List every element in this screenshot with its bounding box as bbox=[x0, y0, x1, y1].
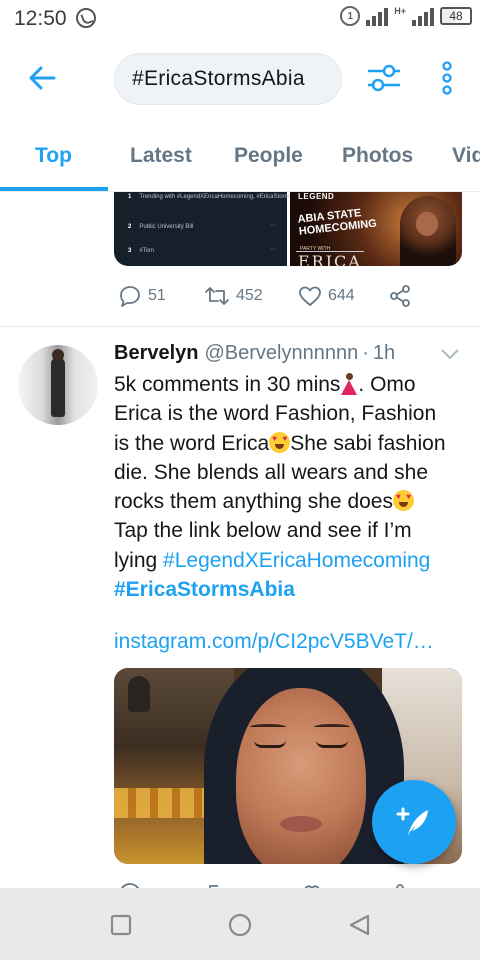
trends-screenshot: 1 Trending with #LegendXEricaHomecoming, … bbox=[114, 192, 360, 266]
retweet-button[interactable]: 452 bbox=[204, 284, 263, 308]
status-indicators: 1 H+ 48 bbox=[340, 6, 472, 26]
status-bar: 12:50 1 H+ 48 bbox=[0, 0, 480, 36]
status-time: 12:50 bbox=[14, 7, 67, 30]
home-button[interactable] bbox=[225, 910, 255, 940]
reply-count: 51 bbox=[148, 287, 166, 304]
homecoming-poster: LEGEND ABIA STATE HOMECOMING PARTY WITH … bbox=[290, 192, 462, 266]
instagram-link[interactable]: instagram.com/p/CI2pcV5BVeT/… bbox=[114, 630, 434, 654]
battery-icon: 48 bbox=[440, 7, 472, 25]
tweet-line: lying #LegendXEricaHomecoming bbox=[114, 548, 431, 572]
tweet-line: 5k comments in 30 mins. Omo bbox=[114, 373, 416, 396]
tweet-line: rocks them anything she does bbox=[114, 487, 464, 516]
avatar[interactable] bbox=[18, 345, 98, 425]
header-separator: · bbox=[362, 342, 369, 364]
circle-icon bbox=[228, 913, 252, 937]
retweet-count: 452 bbox=[236, 287, 263, 304]
author-name[interactable]: Bervelyn bbox=[114, 342, 199, 365]
tweet-menu-button[interactable] bbox=[440, 347, 460, 361]
tweet-line: die. She blends all wears and she bbox=[114, 460, 429, 484]
trend-more-icon: ··· bbox=[270, 222, 277, 229]
like-count: 644 bbox=[328, 287, 355, 304]
next-tweet-actions bbox=[118, 880, 438, 888]
poster-name: ERICA bbox=[296, 251, 364, 266]
tweet-line: #EricaStormsAbia bbox=[114, 575, 464, 604]
previous-tweet-media[interactable]: 1 Trending with #LegendXEricaHomecoming, … bbox=[114, 192, 462, 266]
next-tweet-action-icons bbox=[120, 883, 404, 888]
tweet-line: Erica is the word Fashion, Fashion bbox=[114, 402, 437, 426]
active-tab-indicator bbox=[0, 187, 108, 191]
sim-icon: 1 bbox=[340, 6, 361, 26]
share-button[interactable] bbox=[388, 284, 412, 308]
like-icon bbox=[299, 286, 321, 306]
share-icon bbox=[390, 285, 410, 307]
retweet-icon bbox=[205, 287, 229, 305]
compose-icon bbox=[396, 807, 428, 836]
tab-photos[interactable]: Photos bbox=[342, 144, 413, 168]
trend-more-icon: ··· bbox=[270, 246, 277, 253]
trend-row: 2 Public University Bill bbox=[128, 224, 194, 230]
whatsapp-icon bbox=[76, 8, 96, 28]
search-tabs: Top Latest People Photos Vid bbox=[0, 120, 480, 192]
tweet-header: Bervelyn @Bervelynnnnnn · 1h bbox=[114, 342, 460, 368]
poster-portrait bbox=[400, 196, 456, 266]
dancer-emoji-icon bbox=[340, 373, 358, 395]
author-handle[interactable]: @Bervelynnnnnn bbox=[205, 342, 359, 365]
tweet-timestamp: 1h bbox=[372, 342, 396, 364]
tab-latest[interactable]: Latest bbox=[130, 144, 192, 168]
hashtag-link[interactable]: #EricaStormsAbia bbox=[114, 578, 295, 601]
search-filter-button[interactable] bbox=[366, 60, 402, 96]
search-header: #EricaStormsAbia bbox=[0, 36, 480, 120]
network-type: H+ bbox=[394, 6, 406, 16]
signal-icon-2 bbox=[412, 6, 434, 26]
system-back-button[interactable] bbox=[344, 910, 374, 940]
compose-tweet-button[interactable] bbox=[372, 780, 456, 864]
search-input[interactable]: #EricaStormsAbia bbox=[114, 53, 342, 105]
back-button[interactable] bbox=[26, 62, 58, 94]
tweet-divider bbox=[0, 326, 480, 327]
poster-title: ABIA STATE HOMECOMING bbox=[297, 207, 378, 238]
heart-eyes-emoji-icon bbox=[269, 431, 291, 453]
previous-tweet-actions: 51 452 644 bbox=[118, 284, 438, 308]
triangle-back-icon bbox=[349, 914, 370, 936]
reply-button[interactable]: 51 bbox=[118, 284, 166, 308]
signal-icon bbox=[366, 6, 389, 26]
poster-brand: LEGEND bbox=[298, 192, 335, 201]
heart-eyes-emoji-icon bbox=[393, 490, 414, 512]
filter-icon bbox=[368, 64, 400, 92]
tweet-line: is the word EricaShe sabi fashion bbox=[114, 429, 464, 458]
system-nav-bar bbox=[0, 888, 480, 960]
tweet-text: 5k comments in 30 mins. Omo Erica is the… bbox=[114, 370, 464, 604]
more-vertical-icon bbox=[442, 61, 452, 95]
recents-button[interactable] bbox=[106, 910, 136, 940]
tab-top[interactable]: Top bbox=[35, 144, 72, 168]
search-query: #EricaStormsAbia bbox=[132, 67, 305, 90]
more-options-button[interactable] bbox=[432, 60, 462, 96]
square-icon bbox=[110, 914, 132, 936]
battery-level: 48 bbox=[449, 9, 463, 23]
tab-videos[interactable]: Vid bbox=[452, 144, 480, 168]
hashtag-link[interactable]: #LegendXEricaHomecoming bbox=[163, 549, 430, 572]
tweet-line: Tap the link below and see if I’m bbox=[114, 519, 412, 543]
trend-row: 3 #Tom bbox=[128, 248, 155, 254]
chevron-down-icon bbox=[441, 349, 459, 360]
tab-people[interactable]: People bbox=[234, 144, 303, 168]
back-arrow-icon bbox=[29, 66, 56, 90]
like-button[interactable]: 644 bbox=[298, 284, 355, 308]
reply-icon bbox=[120, 286, 140, 307]
